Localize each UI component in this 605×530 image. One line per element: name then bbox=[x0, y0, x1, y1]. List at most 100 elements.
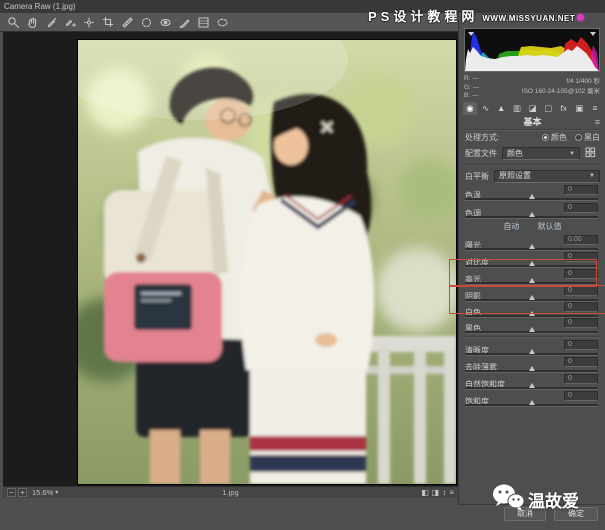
slider-blacks: 黑色 0 bbox=[459, 318, 605, 334]
histogram[interactable] bbox=[464, 28, 600, 72]
tab-presets[interactable]: ≡ bbox=[588, 102, 602, 115]
slider-track[interactable] bbox=[465, 370, 598, 373]
wechat-icon bbox=[492, 483, 524, 516]
swap-settings-icon[interactable]: ↕ bbox=[442, 488, 446, 498]
slider-track[interactable] bbox=[465, 331, 598, 334]
wechat-watermark: 温故爱 bbox=[492, 483, 579, 516]
rgb-readout: R: --- G: --- B: --- bbox=[464, 75, 502, 101]
profile-browser-icon[interactable] bbox=[585, 147, 596, 160]
chevron-down-icon: ▼ bbox=[565, 148, 575, 160]
preview-image[interactable] bbox=[78, 40, 456, 484]
tab-effects[interactable]: fx bbox=[557, 102, 571, 115]
slider-value-input[interactable]: 0 bbox=[564, 357, 598, 367]
slider-track[interactable] bbox=[465, 353, 598, 356]
window-title: Camera Raw (1.jpg) bbox=[4, 2, 76, 11]
slider-thumb[interactable] bbox=[529, 400, 535, 405]
preview-status-bar: − + 15.6% ▾ 1.jpg ◧ ◨ ↕ ≡ bbox=[3, 486, 458, 498]
camera-raw-window: { "window": { "title": "Camera Raw (1.jp… bbox=[0, 0, 605, 530]
divider bbox=[463, 164, 602, 166]
slider-value-input[interactable]: 0 bbox=[564, 391, 598, 401]
slider-value-input[interactable]: 0 bbox=[564, 318, 598, 328]
radial-filter-tool-icon[interactable] bbox=[215, 15, 230, 29]
radio-color-icon bbox=[542, 134, 549, 141]
slider-thumb[interactable] bbox=[529, 194, 535, 199]
slider-dehaze: 去除薄雾 0 bbox=[459, 357, 605, 373]
profile-row: 配置文件 颜色▼ bbox=[459, 146, 605, 161]
radio-bw-icon bbox=[575, 134, 582, 141]
slider-saturation: 饱和度 0 bbox=[459, 391, 605, 407]
toggle-preview-icon[interactable]: ◧ bbox=[421, 488, 429, 498]
slider-thumb[interactable] bbox=[529, 349, 535, 354]
straighten-tool-icon[interactable] bbox=[120, 15, 135, 29]
color-sampler-tool-icon[interactable] bbox=[63, 15, 78, 29]
default-link[interactable]: 默认值 bbox=[538, 222, 562, 231]
zoom-tool-icon[interactable] bbox=[6, 15, 21, 29]
divider bbox=[463, 336, 602, 338]
spot-removal-tool-icon[interactable] bbox=[139, 15, 154, 29]
slider-thumb[interactable] bbox=[529, 366, 535, 371]
wechat-name: 温故爱 bbox=[528, 487, 579, 512]
image-info: R: --- G: --- B: --- f/4 1/400 秒 ISO 160… bbox=[464, 75, 600, 101]
slider-clarity: 清晰度 0 bbox=[459, 340, 605, 356]
slider-tint: 色调 0 bbox=[459, 203, 605, 219]
slider-value-input[interactable]: 0 bbox=[564, 340, 598, 350]
tab-lens-corrections[interactable]: ▢ bbox=[541, 102, 555, 115]
red-eye-tool-icon[interactable] bbox=[158, 15, 173, 29]
slider-track[interactable] bbox=[465, 248, 598, 251]
panel-menu-icon[interactable]: ≡ bbox=[595, 116, 600, 128]
white-balance-tool-icon[interactable] bbox=[44, 15, 59, 29]
graduated-filter-tool-icon[interactable] bbox=[196, 15, 211, 29]
tab-detail[interactable]: ▲ bbox=[494, 102, 508, 115]
slider-thumb[interactable] bbox=[529, 383, 535, 388]
tab-basic[interactable]: ◉ bbox=[463, 102, 477, 115]
slider-track[interactable] bbox=[465, 216, 598, 219]
crop-tool-icon[interactable] bbox=[101, 15, 116, 29]
targeted-adjustment-tool-icon[interactable] bbox=[82, 15, 97, 29]
site-url: WWW.MISSYUAN.NET bbox=[482, 14, 575, 23]
adjustment-brush-tool-icon[interactable] bbox=[177, 15, 192, 29]
slider-value-input[interactable]: 0 bbox=[564, 374, 598, 384]
tab-camera-calibration[interactable]: ▣ bbox=[572, 102, 586, 115]
radio-color[interactable]: 颜色 bbox=[542, 132, 567, 143]
view-controls: ◧ ◨ ↕ ≡ bbox=[421, 488, 454, 498]
profile-label: 配置文件 bbox=[465, 148, 497, 159]
exif-readout: f/4 1/400 秒 ISO 160 24-105@102 毫米 bbox=[502, 75, 600, 101]
annotation-highlight-box bbox=[449, 259, 597, 287]
tab-hsl-grayscale[interactable]: ▥ bbox=[510, 102, 524, 115]
slider-thumb[interactable] bbox=[529, 212, 535, 217]
view-menu-icon[interactable]: ≡ bbox=[449, 488, 454, 498]
tab-tone-curve[interactable]: ∿ bbox=[479, 102, 493, 115]
slider-track[interactable] bbox=[465, 198, 598, 201]
slider-thumb[interactable] bbox=[529, 327, 535, 332]
slider-track[interactable] bbox=[465, 387, 598, 390]
slider-value-input[interactable]: 0 bbox=[564, 185, 598, 195]
hand-tool-icon[interactable] bbox=[25, 15, 40, 29]
auto-default-links: 自动 默认值 bbox=[459, 221, 605, 232]
pink-dot-icon bbox=[577, 14, 584, 21]
slider-value-input[interactable]: 0 bbox=[564, 203, 598, 213]
slider-exposure: 曝光 0.00 bbox=[459, 235, 605, 251]
preview-canvas bbox=[3, 32, 458, 486]
process-mode-row: 处理方式: 颜色 黑白 bbox=[459, 131, 605, 143]
white-balance-row: 白平衡 原照设置▼ bbox=[459, 169, 605, 183]
slider-thumb[interactable] bbox=[529, 244, 535, 249]
chevron-down-icon: ▼ bbox=[585, 170, 595, 182]
annotation-highlight-box bbox=[449, 285, 605, 314]
slider-temperature: 色温 0 bbox=[459, 185, 605, 201]
white-balance-label: 白平衡 bbox=[465, 171, 489, 182]
process-mode-label: 处理方式: bbox=[465, 132, 499, 143]
slider-value-input[interactable]: 0.00 bbox=[564, 235, 598, 245]
site-watermark: PS设计教程网 WWW.MISSYUAN.NET bbox=[368, 6, 584, 26]
auto-link[interactable]: 自动 bbox=[503, 222, 519, 231]
panel-tabs: ◉ ∿ ▲ ▥ ◪ ▢ fx ▣ ≡ bbox=[463, 102, 602, 115]
filename-label: 1.jpg bbox=[3, 488, 458, 497]
radio-bw[interactable]: 黑白 bbox=[575, 132, 600, 143]
site-name: PS设计教程网 bbox=[368, 9, 478, 24]
before-after-icon[interactable]: ◨ bbox=[432, 488, 440, 498]
tab-split-toning[interactable]: ◪ bbox=[526, 102, 540, 115]
white-balance-select[interactable]: 原照设置▼ bbox=[494, 170, 600, 183]
slider-vibrance: 自然饱和度 0 bbox=[459, 374, 605, 390]
slider-track[interactable] bbox=[465, 404, 598, 407]
panel-title: 基本 ≡ bbox=[459, 116, 605, 128]
profile-select[interactable]: 颜色▼ bbox=[502, 147, 580, 160]
